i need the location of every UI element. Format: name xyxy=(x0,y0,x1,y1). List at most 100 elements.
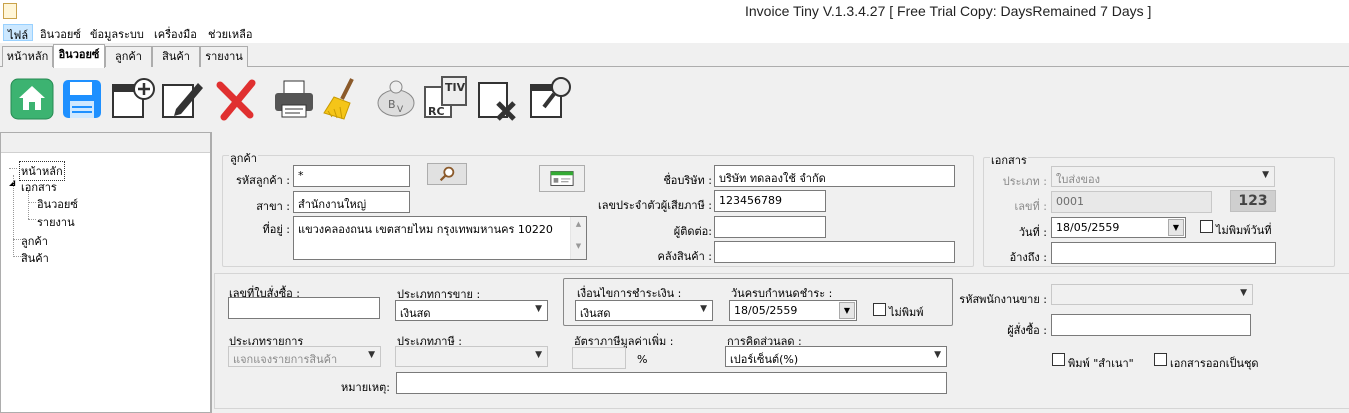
search-icon xyxy=(439,166,455,182)
menu-invoice[interactable]: อินวอยซ์ xyxy=(36,24,85,41)
search-document-icon[interactable] xyxy=(526,73,574,123)
company-name-label: ชื่อบริษัท : xyxy=(663,174,712,187)
contact-label: ผู้ติดต่อ: xyxy=(673,225,712,238)
invoice-form: ลูกค้า รหัสลูกค้า : * สาขา : สำนักงานใหญ… xyxy=(211,132,1349,413)
reference-label: อ้างถึง : xyxy=(1009,251,1047,264)
chevron-down-icon: ▼ xyxy=(1240,288,1247,298)
contact-input[interactable] xyxy=(714,216,826,238)
svg-text:TIV: TIV xyxy=(445,81,466,94)
po-number-input[interactable] xyxy=(228,297,380,319)
print-copy-label: พิมพ์ "สำเนา" xyxy=(1068,357,1134,370)
customer-card-button[interactable] xyxy=(539,165,585,192)
tree-node-documents[interactable]: เอกสาร xyxy=(21,178,57,196)
address-label: ที่อยู่ : xyxy=(262,223,290,236)
menu-bar: ไฟล์ อินวอยซ์ ข้อมูลระบบ เครื่องมือ ช่วย… xyxy=(0,22,1349,43)
salesperson-select[interactable]: ▼ xyxy=(1051,284,1253,305)
print-icon[interactable] xyxy=(270,73,318,123)
convert-document-icon[interactable]: TIV RC xyxy=(422,73,470,123)
document-type-label: ประเภท : xyxy=(1002,175,1047,188)
tax-type-select: ▼ xyxy=(395,346,548,367)
auto-number-button: 123 xyxy=(1230,190,1276,212)
print-copy-checkbox[interactable] xyxy=(1052,353,1065,366)
no-print-date-label: ไม่พิมพ์วันที่ xyxy=(1216,224,1272,237)
tax-id-label: เลขประจำตัวผู้เสียภาษี : xyxy=(597,199,712,212)
customer-code-label: รหัสลูกค้า : xyxy=(235,174,290,187)
menu-tools[interactable]: เครื่องมือ xyxy=(150,24,201,41)
reference-input[interactable] xyxy=(1051,242,1276,264)
no-print-date-checkbox[interactable] xyxy=(1200,220,1213,233)
new-document-icon[interactable] xyxy=(108,73,156,123)
sale-type-select[interactable]: เงินสด ▼ xyxy=(395,300,548,321)
calendar-dropdown-icon[interactable]: ▼ xyxy=(839,302,855,319)
due-date-value: 18/05/2559 xyxy=(734,304,798,317)
warehouse-input[interactable] xyxy=(714,241,955,263)
item-type-select: แจกแจงรายการสินค้า ▼ xyxy=(228,346,381,367)
address-scrollbar[interactable]: ▲ ▼ xyxy=(570,217,586,259)
discount-select[interactable]: เปอร์เซ็นต์(%) ▼ xyxy=(725,346,947,367)
discount-value: เปอร์เซ็นต์(%) xyxy=(730,353,799,366)
payment-terms-value: เงินสด xyxy=(580,307,611,320)
app-icon xyxy=(3,3,17,19)
home-icon[interactable] xyxy=(8,73,56,123)
svg-text:RC: RC xyxy=(428,105,445,118)
tree-node-customer[interactable]: ลูกค้า xyxy=(21,232,48,250)
customer-code-input[interactable]: * xyxy=(293,165,410,187)
tab-home[interactable]: หน้าหลัก xyxy=(2,46,53,67)
cancel-document-icon[interactable] xyxy=(474,73,522,123)
tab-invoice[interactable]: อินวอยซ์ xyxy=(53,44,105,68)
document-date-value: 18/05/2559 xyxy=(1056,221,1120,234)
tree-node-product[interactable]: สินค้า xyxy=(21,249,49,267)
title-bar: Invoice Tiny V.1.3.4.27 [ Free Trial Cop… xyxy=(0,0,1349,22)
document-date-label: วันที่ : xyxy=(1018,226,1047,239)
chevron-down-icon: ▼ xyxy=(700,304,707,314)
document-number-label: เลขที่ : xyxy=(1014,200,1047,213)
menu-file[interactable]: ไฟล์ xyxy=(3,24,34,42)
window-title: Invoice Tiny V.1.3.4.27 [ Free Trial Cop… xyxy=(745,3,1152,19)
menu-system-data[interactable]: ข้อมูลระบบ xyxy=(86,24,148,41)
chevron-down-icon: ▼ xyxy=(934,350,941,360)
vat-rate-input xyxy=(572,347,626,369)
svg-text:V: V xyxy=(397,105,404,115)
branch-input[interactable]: สำนักงานใหญ่ xyxy=(293,191,410,213)
menu-help[interactable]: ช่วยเหลือ xyxy=(204,24,256,41)
warehouse-label: คลังสินค้า : xyxy=(657,250,712,263)
address-textarea[interactable]: แขวงคลองถนน เขตสายไหม กรุงเทพมหานคร 1022… xyxy=(293,216,587,260)
tab-bar: หน้าหลัก อินวอยซ์ ลูกค้า สินค้า รายงาน xyxy=(0,43,1349,68)
save-icon[interactable] xyxy=(58,73,106,123)
piggy-bank-icon[interactable]: BV xyxy=(372,73,420,123)
tab-product[interactable]: สินค้า xyxy=(152,46,200,67)
document-type-value: ใบส่งของ xyxy=(1056,173,1100,186)
chevron-down-icon: ▼ xyxy=(535,304,542,314)
sale-type-value: เงินสด xyxy=(400,307,431,320)
document-date-picker[interactable]: 18/05/2559 ▼ xyxy=(1051,217,1186,238)
payment-terms-select[interactable]: เงินสด ▼ xyxy=(575,300,713,321)
search-customer-button[interactable] xyxy=(427,163,467,185)
vat-unit: % xyxy=(637,353,648,366)
delete-icon[interactable] xyxy=(212,73,260,123)
chevron-down-icon: ▼ xyxy=(1262,170,1269,180)
due-date-picker[interactable]: 18/05/2559 ▼ xyxy=(729,300,857,321)
document-set-checkbox[interactable] xyxy=(1154,353,1167,366)
no-print-checkbox[interactable] xyxy=(873,303,886,316)
clear-broom-icon[interactable] xyxy=(318,73,366,123)
tab-customer[interactable]: ลูกค้า xyxy=(105,46,152,67)
tree-node-invoice[interactable]: อินวอยซ์ xyxy=(37,195,78,213)
branch-label: สาขา : xyxy=(256,200,290,213)
document-set-label: เอกสารออกเป็นชุด xyxy=(1170,357,1259,370)
buyer-label: ผู้สั่งซื้อ : xyxy=(1007,324,1047,337)
tax-id-input[interactable]: 123456789 xyxy=(714,190,826,212)
customer-card-icon xyxy=(550,171,574,186)
remark-label: หมายเหตุ: xyxy=(341,381,390,394)
company-name-input[interactable]: บริษัท ทดลองใช้ จำกัด xyxy=(714,165,955,187)
no-print-label: ไม่พิมพ์ xyxy=(889,306,924,319)
buyer-input[interactable] xyxy=(1051,314,1251,336)
customer-group-title: ลูกค้า xyxy=(229,149,258,167)
remark-input[interactable] xyxy=(396,372,947,394)
tree-node-report[interactable]: รายงาน xyxy=(37,213,75,231)
svg-text:B: B xyxy=(388,98,396,111)
document-group-title: เอกสาร xyxy=(990,151,1028,169)
calendar-dropdown-icon[interactable]: ▼ xyxy=(1168,219,1184,236)
tab-report[interactable]: รายงาน xyxy=(200,46,248,67)
edit-icon[interactable] xyxy=(158,73,206,123)
salesperson-label: รหัสพนักงานขาย : xyxy=(959,293,1047,306)
